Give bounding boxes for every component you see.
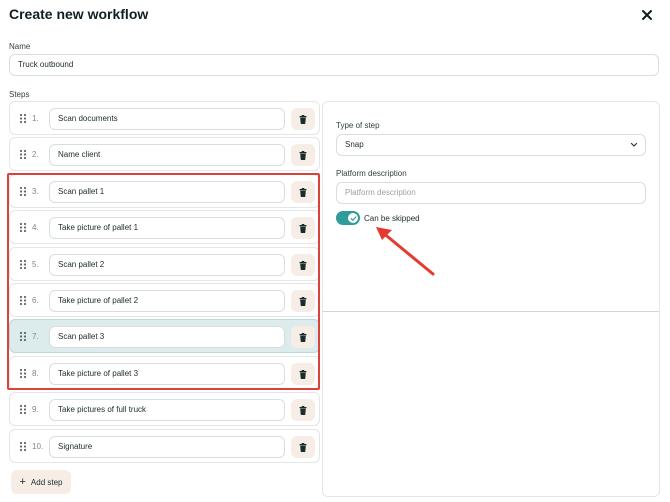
drag-handle-icon[interactable]: [19, 441, 27, 452]
drag-handle-icon[interactable]: [19, 295, 27, 306]
chevron-down-icon: [630, 142, 638, 147]
delete-step-button[interactable]: [291, 399, 315, 421]
step-name-input[interactable]: Scan pallet 3: [49, 326, 285, 348]
close-icon[interactable]: [638, 6, 656, 24]
type-of-step-value: Snap: [345, 140, 364, 149]
step-number: 3.: [32, 187, 39, 196]
can-be-skipped-toggle[interactable]: [336, 211, 360, 225]
steps-label: Steps: [9, 90, 30, 99]
step-number: 7.: [32, 332, 39, 341]
step-row[interactable]: 3. Scan pallet 1: [9, 174, 320, 208]
step-number: 10.: [32, 442, 44, 451]
step-name-input[interactable]: Take picture of pallet 3: [49, 363, 285, 385]
step-number: 5.: [32, 260, 39, 269]
step-name-input[interactable]: Scan pallet 1: [49, 181, 285, 203]
plus-icon: +: [19, 475, 26, 488]
step-number: 2.: [32, 150, 39, 159]
step-name-input[interactable]: Take pictures of full truck: [49, 399, 285, 421]
step-name-input[interactable]: Name client: [49, 144, 285, 166]
drag-handle-icon[interactable]: [19, 331, 27, 342]
step-number: 1.: [32, 114, 39, 123]
drag-handle-icon[interactable]: [19, 222, 27, 233]
step-name-input[interactable]: Scan documents: [49, 108, 285, 130]
step-row[interactable]: 4. Take picture of pallet 1: [9, 210, 320, 244]
step-row[interactable]: 7. Scan pallet 3: [9, 319, 320, 353]
type-of-step-select[interactable]: Snap: [336, 134, 646, 156]
step-row[interactable]: 8. Take picture of pallet 3: [9, 356, 320, 390]
trash-icon: [299, 332, 307, 342]
delete-step-button[interactable]: [291, 363, 315, 385]
delete-step-button[interactable]: [291, 217, 315, 239]
platform-description-input[interactable]: Platform description: [336, 182, 646, 204]
step-name-input[interactable]: Signature: [49, 436, 285, 458]
can-be-skipped-label: Can be skipped: [364, 214, 420, 223]
step-row[interactable]: 10. Signature: [9, 429, 320, 463]
delete-step-button[interactable]: [291, 290, 315, 312]
platform-description-label: Platform description: [336, 169, 407, 178]
step-row[interactable]: 9. Take pictures of full truck: [9, 392, 320, 426]
trash-icon: [299, 187, 307, 197]
step-name-input[interactable]: Take picture of pallet 2: [49, 290, 285, 312]
step-number: 9.: [32, 405, 39, 414]
step-details-panel: Type of step Snap Platform description P…: [322, 101, 660, 497]
add-step-label: Add step: [30, 477, 63, 487]
delete-step-button[interactable]: [291, 181, 315, 203]
drag-handle-icon[interactable]: [19, 186, 27, 197]
step-number: 8.: [32, 369, 39, 378]
workflow-name-input[interactable]: Truck outbound: [9, 54, 659, 76]
panel-divider: [323, 311, 659, 312]
trash-icon: [299, 369, 307, 379]
delete-step-button[interactable]: [291, 254, 315, 276]
delete-step-button[interactable]: [291, 144, 315, 166]
step-row[interactable]: 1. Scan documents: [9, 101, 320, 135]
name-label: Name: [9, 42, 31, 51]
drag-handle-icon[interactable]: [19, 113, 27, 124]
drag-handle-icon[interactable]: [19, 404, 27, 415]
step-name-input[interactable]: Scan pallet 2: [49, 254, 285, 276]
trash-icon: [299, 223, 307, 233]
trash-icon: [299, 114, 307, 124]
trash-icon: [299, 442, 307, 452]
trash-icon: [299, 260, 307, 270]
drag-handle-icon[interactable]: [19, 368, 27, 379]
step-row[interactable]: 5. Scan pallet 2: [9, 247, 320, 281]
trash-icon: [299, 405, 307, 415]
add-step-button[interactable]: + Add step: [11, 470, 71, 494]
delete-step-button[interactable]: [291, 326, 315, 348]
step-number: 6.: [32, 296, 39, 305]
steps-list: 1. Scan documents 2. Name client 3. Scan pall…: [9, 101, 320, 465]
delete-step-button[interactable]: [291, 108, 315, 130]
check-icon: [348, 213, 358, 223]
step-row[interactable]: 2. Name client: [9, 137, 320, 171]
dialog-title: Create new workflow: [9, 6, 149, 22]
trash-icon: [299, 296, 307, 306]
trash-icon: [299, 150, 307, 160]
step-name-input[interactable]: Take picture of pallet 1: [49, 217, 285, 239]
drag-handle-icon[interactable]: [19, 149, 27, 160]
delete-step-button[interactable]: [291, 436, 315, 458]
drag-handle-icon[interactable]: [19, 259, 27, 270]
step-number: 4.: [32, 223, 39, 232]
step-row[interactable]: 6. Take picture of pallet 2: [9, 283, 320, 317]
type-of-step-label: Type of step: [336, 121, 380, 130]
